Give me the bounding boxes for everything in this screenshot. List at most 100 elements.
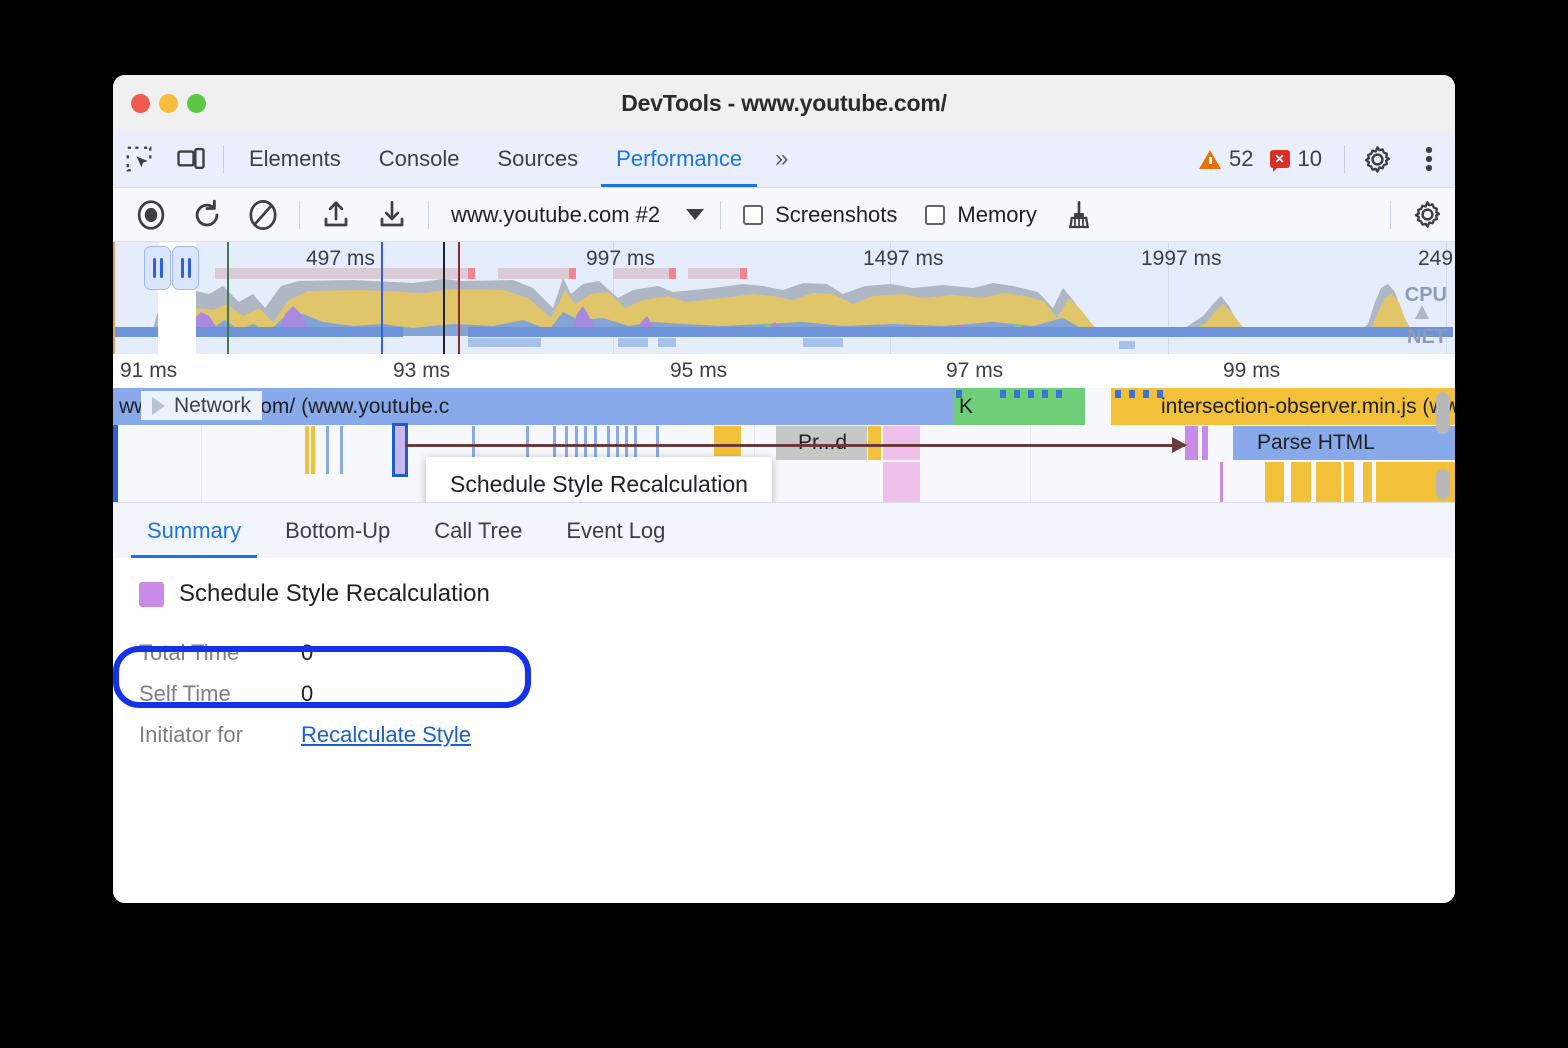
perf-toolbar-divider-1 [299, 201, 300, 229]
summary-row-total-time: Total Time 0 [139, 632, 1429, 673]
tab-call-tree[interactable]: Call Tree [412, 503, 544, 558]
vertical-scrollbar-thumb-top[interactable] [1436, 392, 1450, 434]
flame-event-profile[interactable]: Pr...d [776, 426, 867, 460]
summary-panel: Schedule Style Recalculation Total Time … [113, 558, 1455, 903]
flame-event[interactable] [1220, 462, 1223, 502]
screenshots-checkbox[interactable]: Screenshots [729, 202, 911, 228]
traffic-light-buttons[interactable] [131, 94, 206, 113]
selection-right-handle[interactable] [172, 246, 199, 290]
vertical-scrollbar-thumb[interactable] [1436, 469, 1450, 499]
tab-performance[interactable]: Performance [597, 131, 761, 187]
reload-and-record-icon[interactable] [179, 198, 235, 232]
errors-counter[interactable]: ✕ 10 [1270, 131, 1338, 187]
screenshots-checkbox-box[interactable] [743, 205, 763, 225]
flame-chart[interactable]: 91 ms 93 ms 95 ms 97 ms 99 ms www.youtub… [113, 354, 1455, 502]
flame-event[interactable] [714, 426, 741, 456]
request-tick [1000, 390, 1006, 398]
request-tick [1028, 390, 1034, 398]
initiator-link-recalculate-style[interactable]: Recalculate Style [301, 722, 471, 748]
gear-icon[interactable] [1351, 131, 1403, 187]
request-tick [956, 390, 962, 398]
grip-line [188, 258, 191, 278]
perf-toolbar-divider-3 [720, 201, 721, 229]
upload-profile-icon[interactable] [308, 199, 364, 231]
record-icon[interactable] [123, 198, 179, 232]
memory-checkbox[interactable]: Memory [911, 202, 1050, 228]
network-band-light [468, 338, 541, 347]
memory-checkbox-box[interactable] [925, 205, 945, 225]
network-band-light [1119, 341, 1135, 349]
triangle-right-icon[interactable] [152, 397, 165, 415]
minimize-window-button[interactable] [159, 94, 178, 113]
flame-event[interactable] [883, 462, 920, 502]
flame-event[interactable] [1344, 462, 1354, 502]
request-tick [1157, 390, 1163, 398]
clear-icon[interactable] [235, 198, 291, 232]
dropped-frame-marker [740, 268, 747, 279]
overview-time-label: 249 [1418, 247, 1453, 271]
performance-toolbar: www.youtube.com #2 Screenshots Memory [113, 188, 1455, 242]
flame-event[interactable] [1291, 462, 1311, 502]
network-request-script-green[interactable]: K [953, 388, 1085, 425]
flame-event[interactable] [326, 426, 329, 474]
flame-event-parse-html[interactable]: Parse HTML [1233, 426, 1455, 460]
flame-event[interactable] [305, 426, 309, 474]
tab-summary[interactable]: Summary [125, 503, 263, 558]
flame-event[interactable] [340, 426, 343, 474]
flame-event[interactable] [1265, 462, 1284, 502]
ruler-label: 95 ms [670, 359, 727, 383]
flame-event[interactable] [1316, 462, 1341, 502]
frame-bar [688, 268, 747, 279]
network-group-label: Network [174, 394, 251, 418]
network-request-intersection-observer[interactable]: intersection-observer.min.js (www.youtub… [1111, 388, 1455, 425]
devtools-tab-strip: Elements Console Sources Performance » 5… [113, 131, 1455, 188]
recording-selector[interactable]: www.youtube.com #2 [437, 202, 712, 228]
selection-left-handle[interactable] [144, 246, 171, 290]
request-tick [1129, 390, 1135, 398]
devtools-window: DevTools - www.youtube.com/ Elements Con… [113, 75, 1455, 903]
network-track-row[interactable]: www.youtube.com/ (www.youtube.c K inters… [113, 388, 1455, 425]
network-band [468, 327, 1453, 337]
tab-console[interactable]: Console [360, 131, 479, 187]
flame-event[interactable] [311, 426, 315, 474]
flame-event[interactable] [883, 426, 920, 460]
tab-sources[interactable]: Sources [478, 131, 597, 187]
download-profile-icon[interactable] [364, 199, 420, 231]
more-tabs-icon[interactable]: » [761, 131, 802, 187]
ruler-label: 91 ms [120, 359, 177, 383]
flame-event[interactable] [1363, 462, 1372, 502]
overview-marker-dcl [227, 242, 229, 354]
capture-settings-gear-icon[interactable] [1399, 199, 1455, 230]
ruler-label: 99 ms [1223, 359, 1280, 383]
flame-event[interactable] [1202, 426, 1208, 460]
overview-time-label: 497 ms [306, 247, 375, 271]
device-toolbar-icon[interactable] [165, 131, 217, 187]
ruler-label: 97 ms [946, 359, 1003, 383]
flame-event[interactable] [868, 426, 881, 460]
kebab-menu-icon[interactable] [1403, 131, 1455, 187]
tab-elements[interactable]: Elements [230, 131, 360, 187]
warnings-counter[interactable]: 52 [1199, 131, 1269, 187]
maximize-window-button[interactable] [187, 94, 206, 113]
summary-event-name: Schedule Style Recalculation [179, 580, 490, 608]
summary-row-self-time: Self Time 0 [139, 673, 1429, 714]
inspect-element-icon[interactable] [113, 131, 165, 187]
window-title: DevTools - www.youtube.com/ [113, 90, 1455, 117]
selected-event-outline [392, 423, 408, 477]
dropped-frame-marker [468, 268, 475, 279]
total-time-value: 0 [301, 640, 313, 666]
garbage-collect-broom-icon[interactable] [1051, 199, 1107, 231]
timeline-overview[interactable]: 497 ms 997 ms 1497 ms 1997 ms 249 CPU NE… [113, 242, 1455, 354]
flame-event-label: Pr...d [798, 431, 847, 455]
flame-event-label: Parse HTML [1257, 431, 1375, 455]
network-group-header[interactable]: Network [141, 391, 262, 420]
network-band [113, 327, 403, 337]
tab-event-log[interactable]: Event Log [544, 503, 687, 558]
tab-bottom-up[interactable]: Bottom-Up [263, 503, 412, 558]
timeline-ruler[interactable]: 91 ms 93 ms 95 ms 97 ms 99 ms [113, 354, 1455, 388]
close-window-button[interactable] [131, 94, 150, 113]
self-time-label: Self Time [139, 681, 301, 707]
network-band-light [803, 338, 843, 347]
grip-line [160, 258, 163, 278]
overview-marker-l [443, 242, 445, 354]
